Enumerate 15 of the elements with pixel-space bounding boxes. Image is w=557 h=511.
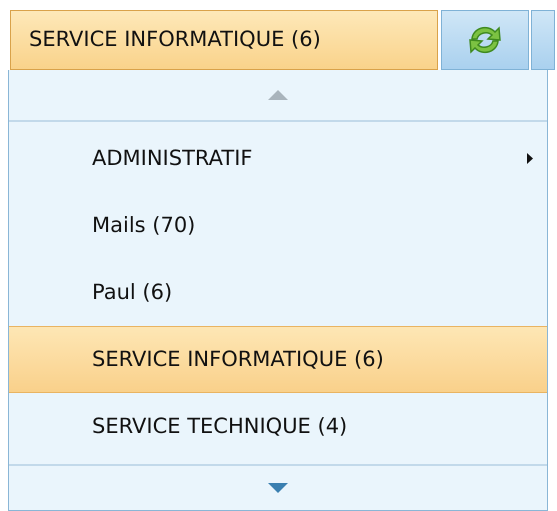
menu-item-label: SERVICE INFORMATIQUE (6) xyxy=(92,346,385,373)
menu-item-label: SERVICE TECHNIQUE (4) xyxy=(92,412,348,440)
menu-item[interactable]: Paul (6) xyxy=(9,259,547,326)
menu-item[interactable]: SERVICE TECHNIQUE (4) xyxy=(9,393,547,460)
scroll-up-icon[interactable] xyxy=(268,90,288,100)
menu-item-label: Paul (6) xyxy=(92,278,174,306)
menu-item[interactable]: ADMINISTRATIF xyxy=(9,125,547,192)
toolbar-button[interactable] xyxy=(531,10,555,70)
refresh-button[interactable] xyxy=(441,10,529,70)
menu-item[interactable]: Mails (70) xyxy=(9,192,547,259)
menu-item-label: ADMINISTRATIF xyxy=(92,144,254,172)
menu-item[interactable]: SERVICE INFORMATIQUE (6) xyxy=(9,326,547,393)
folder-selector-button[interactable]: SERVICE INFORMATIQUE (6) xyxy=(10,10,438,70)
menu-item-label: Mails (70) xyxy=(92,212,196,239)
scroll-down-icon[interactable] xyxy=(268,483,288,493)
